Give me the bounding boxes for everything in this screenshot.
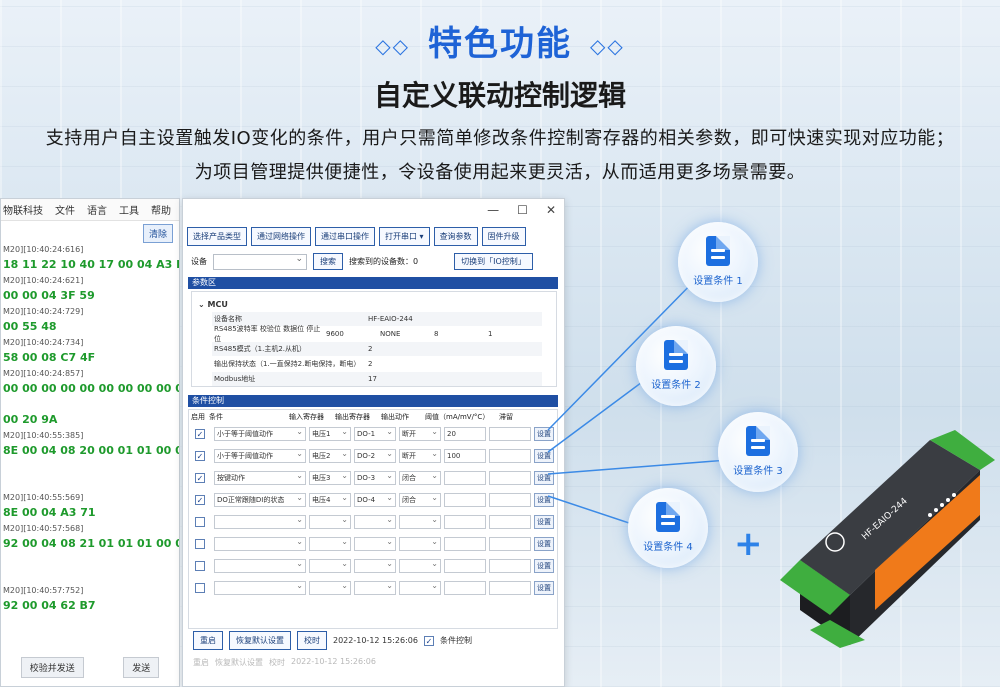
document-icon [656,502,680,532]
document-icon [664,340,688,370]
condition-bubble-4: 设置条件 4 [628,488,708,568]
document-icon [706,236,730,266]
io-device-image: HF-EAIO-244 [780,430,995,648]
condition-bubble-2: 设置条件 2 [636,326,716,406]
condition-bubble-1: 设置条件 1 [678,222,758,302]
connector-3 [547,459,729,475]
plus-icon: + [734,524,763,564]
document-icon [746,426,770,456]
